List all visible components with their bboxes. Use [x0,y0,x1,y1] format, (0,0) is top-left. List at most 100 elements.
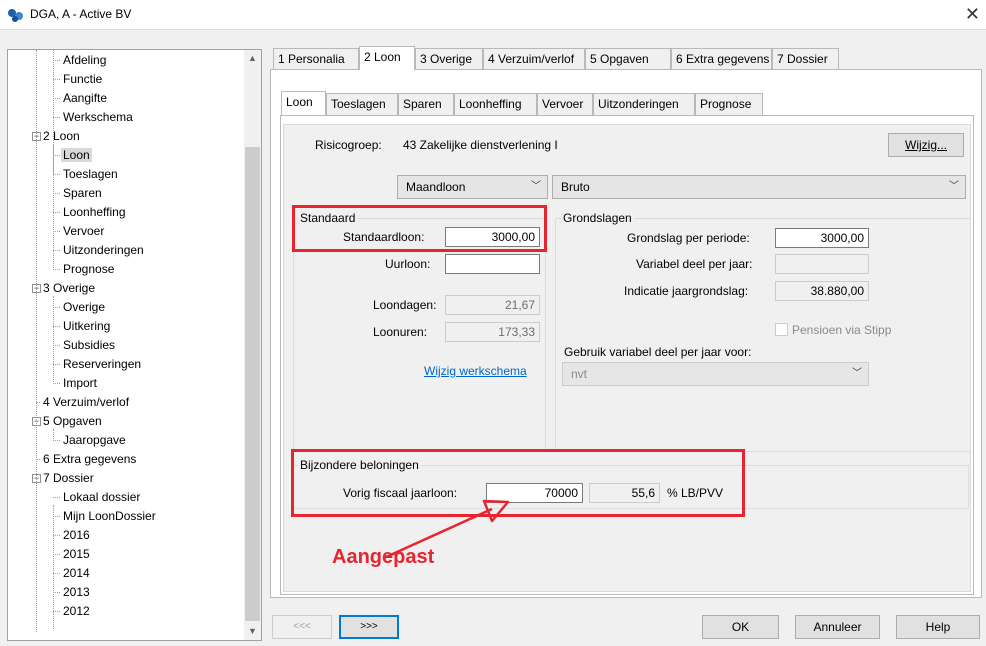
tree-item-label: Uitzonderingen [63,243,144,257]
tree-item[interactable]: Werkschema [61,108,135,127]
tree-connector [53,573,60,574]
tree-item[interactable]: 2 Loon [41,127,82,146]
tree-item[interactable]: Afdeling [61,51,108,70]
tree-item[interactable]: Reserveringen [61,355,143,374]
main-tab-7[interactable]: 7 Dossier [772,48,839,70]
tree-item-label: Functie [63,72,103,86]
tree-scrollbar[interactable]: ▲ ▼ [244,50,261,640]
wijzig-button-label: Wijzig... [905,138,947,152]
tree-item[interactable]: Prognose [61,260,116,279]
tree-item[interactable]: 3 Overige [41,279,97,298]
tree-item-label: Afdeling [63,53,107,67]
scroll-thumb[interactable] [245,147,260,621]
tree-item[interactable]: Overige [61,298,107,317]
tree-item[interactable]: 7 Dossier [41,469,96,488]
close-icon[interactable]: ✕ [965,4,980,25]
tree-item[interactable]: Uitzonderingen [61,241,146,260]
scroll-down-icon[interactable]: ▼ [244,623,261,640]
main-tab-6[interactable]: 6 Extra gegevens [671,48,772,70]
tree-item[interactable]: Functie [61,70,104,89]
grondslag-per-periode-input[interactable]: 3000,00 [775,228,869,248]
wage-type-select[interactable]: Bruto ﹀ [552,175,966,199]
tree-connector [53,345,60,346]
risicogroep-value: 43 Zakelijke dienstverlening I [403,138,558,152]
tree-item-label: 3 Overige [43,281,96,295]
main-tab-1[interactable]: 1 Personalia [273,48,359,70]
wijzig-werkschema-link[interactable]: Wijzig werkschema [424,364,527,378]
loondagen-value: 21,67 [445,295,540,315]
tree-item[interactable]: Uitkering [61,317,112,336]
uurloon-input[interactable] [445,254,540,274]
main-tab-2[interactable]: 2 Loon [359,46,415,70]
sub-tab-1[interactable]: Loon [281,91,326,115]
sub-tab-6[interactable]: Uitzonderingen [593,93,695,115]
loonuren-value: 173,33 [445,322,540,342]
tree-item[interactable]: Lokaal dossier [61,488,142,507]
ok-button[interactable]: OK [702,615,779,639]
indicatie-jaargrondslag-value: 38.880,00 [775,281,869,301]
tree-item[interactable]: Vervoer [61,222,106,241]
sub-tab-7[interactable]: Prognose [695,93,763,115]
tree-item[interactable]: Sparen [61,184,104,203]
tree-item[interactable]: 2014 [61,564,92,583]
tree-connector [53,117,60,118]
tree-connector [53,60,60,61]
tree-item-label: Loonheffing [63,205,126,219]
uurloon-label: Uurloon: [385,257,431,271]
gebruik-variabel-select: nvt ﹀ [562,362,869,386]
help-button[interactable]: Help [896,615,980,639]
tree-connector [53,554,60,555]
tree-connector [36,50,37,632]
tree-item[interactable]: 5 Opgaven [41,412,104,431]
sub-tab-5[interactable]: Vervoer [537,93,593,115]
tree-item[interactable]: Loon [61,146,92,165]
tree-item[interactable]: 2012 [61,602,92,621]
tree-connector [53,535,60,536]
wage-type-select-value: Bruto [561,180,590,194]
tree-item[interactable]: Aangifte [61,89,109,108]
tree-item[interactable]: Subsidies [61,336,117,355]
sub-tab-4[interactable]: Loonheffing [454,93,537,115]
tree-item[interactable]: Import [61,374,99,393]
next-button[interactable]: >>> [339,615,399,639]
sub-tab-3[interactable]: Sparen [398,93,454,115]
tree-item[interactable]: Toeslagen [61,165,120,184]
tree-item-label: Reserveringen [63,357,142,371]
tree-item[interactable]: 2015 [61,545,92,564]
tree-item-label: Aangifte [63,91,108,105]
main-tab-3[interactable]: 3 Overige [415,48,483,70]
tree-item[interactable]: 4 Verzuim/verlof [41,393,131,412]
navigation-tree[interactable]: Afdeling Functie Aangifte Werkschema −2 Loon… [7,49,262,641]
tree-item[interactable]: Loonheffing [61,203,128,222]
tree-connector [53,155,60,156]
tree-item-label: Lokaal dossier [63,490,141,504]
tree-item[interactable]: 2013 [61,583,92,602]
pensioen-checkbox[interactable] [775,323,788,336]
tree-item-label: 2012 [63,604,90,618]
tree-item-label: Sparen [63,186,102,200]
period-select[interactable]: Maandloon ﹀ [397,175,548,199]
tree-item[interactable]: Jaaropgave [61,431,128,450]
variabel-deel-label: Variabel deel per jaar: [636,257,753,271]
tree-connector [53,296,54,382]
tree-item[interactable]: 2016 [61,526,92,545]
tree-item-label: Vervoer [63,224,105,238]
grondslagen-group [555,218,971,452]
scroll-up-icon[interactable]: ▲ [244,50,261,67]
main-tab-4[interactable]: 4 Verzuim/verlof [483,48,585,70]
sub-tab-2[interactable]: Toeslagen [326,93,398,115]
tree-item[interactable]: Mijn LoonDossier [61,507,158,526]
tree-item[interactable]: 6 Extra gegevens [41,450,138,469]
main-tab-5[interactable]: 5 Opgaven [585,48,671,70]
tree-connector [53,611,60,612]
previous-button[interactable]: <<< [272,615,332,639]
dialog-client: Afdeling Functie Aangifte Werkschema −2 Loon… [0,30,986,646]
cancel-button[interactable]: Annuleer [795,615,880,639]
tree-item-label: Mijn LoonDossier [63,509,156,523]
wijzig-button[interactable]: Wijzig... [888,133,964,157]
tree-connector [53,505,54,629]
tree-item-label: Loon [61,148,92,162]
aangepast-annotation: Aangepast [332,546,435,568]
variabel-deel-value [775,254,869,274]
tree-item-label: 2 Loon [43,129,80,143]
